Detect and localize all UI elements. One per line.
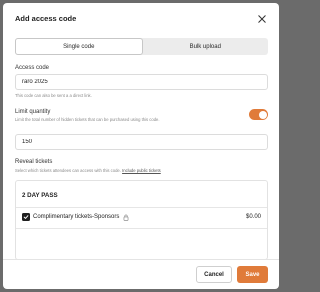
tab-bulk-upload[interactable]: Bulk upload	[143, 38, 269, 55]
cancel-button[interactable]: Cancel	[196, 266, 232, 283]
access-code-label: Access code	[15, 65, 50, 71]
close-button[interactable]	[255, 12, 269, 26]
ticket-group-divider	[16, 207, 267, 208]
tab-single-code[interactable]: Single code	[15, 38, 143, 55]
ticket-name: Complimentary tickets-Sponsors	[33, 214, 120, 220]
reveal-tickets-hint: Select which tickets attendees can acces…	[15, 168, 121, 173]
ticket-row[interactable]: Complimentary tickets-Sponsors $0.00	[22, 211, 261, 223]
toggle-knob	[258, 110, 267, 119]
modal-header: Add access code	[15, 12, 269, 26]
ticket-checkbox[interactable]	[22, 213, 30, 221]
reveal-tickets-hint-row: Select which tickets attendees can acces…	[15, 168, 161, 173]
ticket-group-name: 2 DAY PASS	[22, 192, 58, 199]
ticket-price: $0.00	[245, 214, 261, 220]
include-public-tickets-link[interactable]: Include public tickets	[122, 168, 161, 173]
save-button[interactable]: Save	[237, 266, 268, 283]
limit-quantity-label: Limit quantity	[15, 109, 51, 115]
ticket-row-divider	[16, 228, 267, 229]
access-code-input[interactable]	[15, 74, 268, 90]
checkmark-icon	[23, 215, 29, 219]
limit-quantity-hint: Limit the total number of hidden tickets…	[15, 117, 160, 122]
footer-divider	[3, 259, 279, 260]
code-type-tabs: Single code Bulk upload	[15, 38, 268, 55]
access-code-hint: This code can also be sent a a direct li…	[15, 93, 92, 98]
ticket-group-box: 2 DAY PASS Complimentary tickets-Sponsor…	[15, 180, 268, 260]
reveal-tickets-label: Reveal tickets	[15, 159, 53, 165]
limit-quantity-toggle[interactable]	[249, 109, 268, 120]
close-icon	[258, 15, 266, 23]
add-access-code-modal: Add access code Single code Bulk upload …	[3, 3, 279, 289]
quantity-input[interactable]	[15, 134, 268, 150]
lock-icon	[123, 214, 129, 221]
modal-title: Add access code	[15, 14, 77, 23]
